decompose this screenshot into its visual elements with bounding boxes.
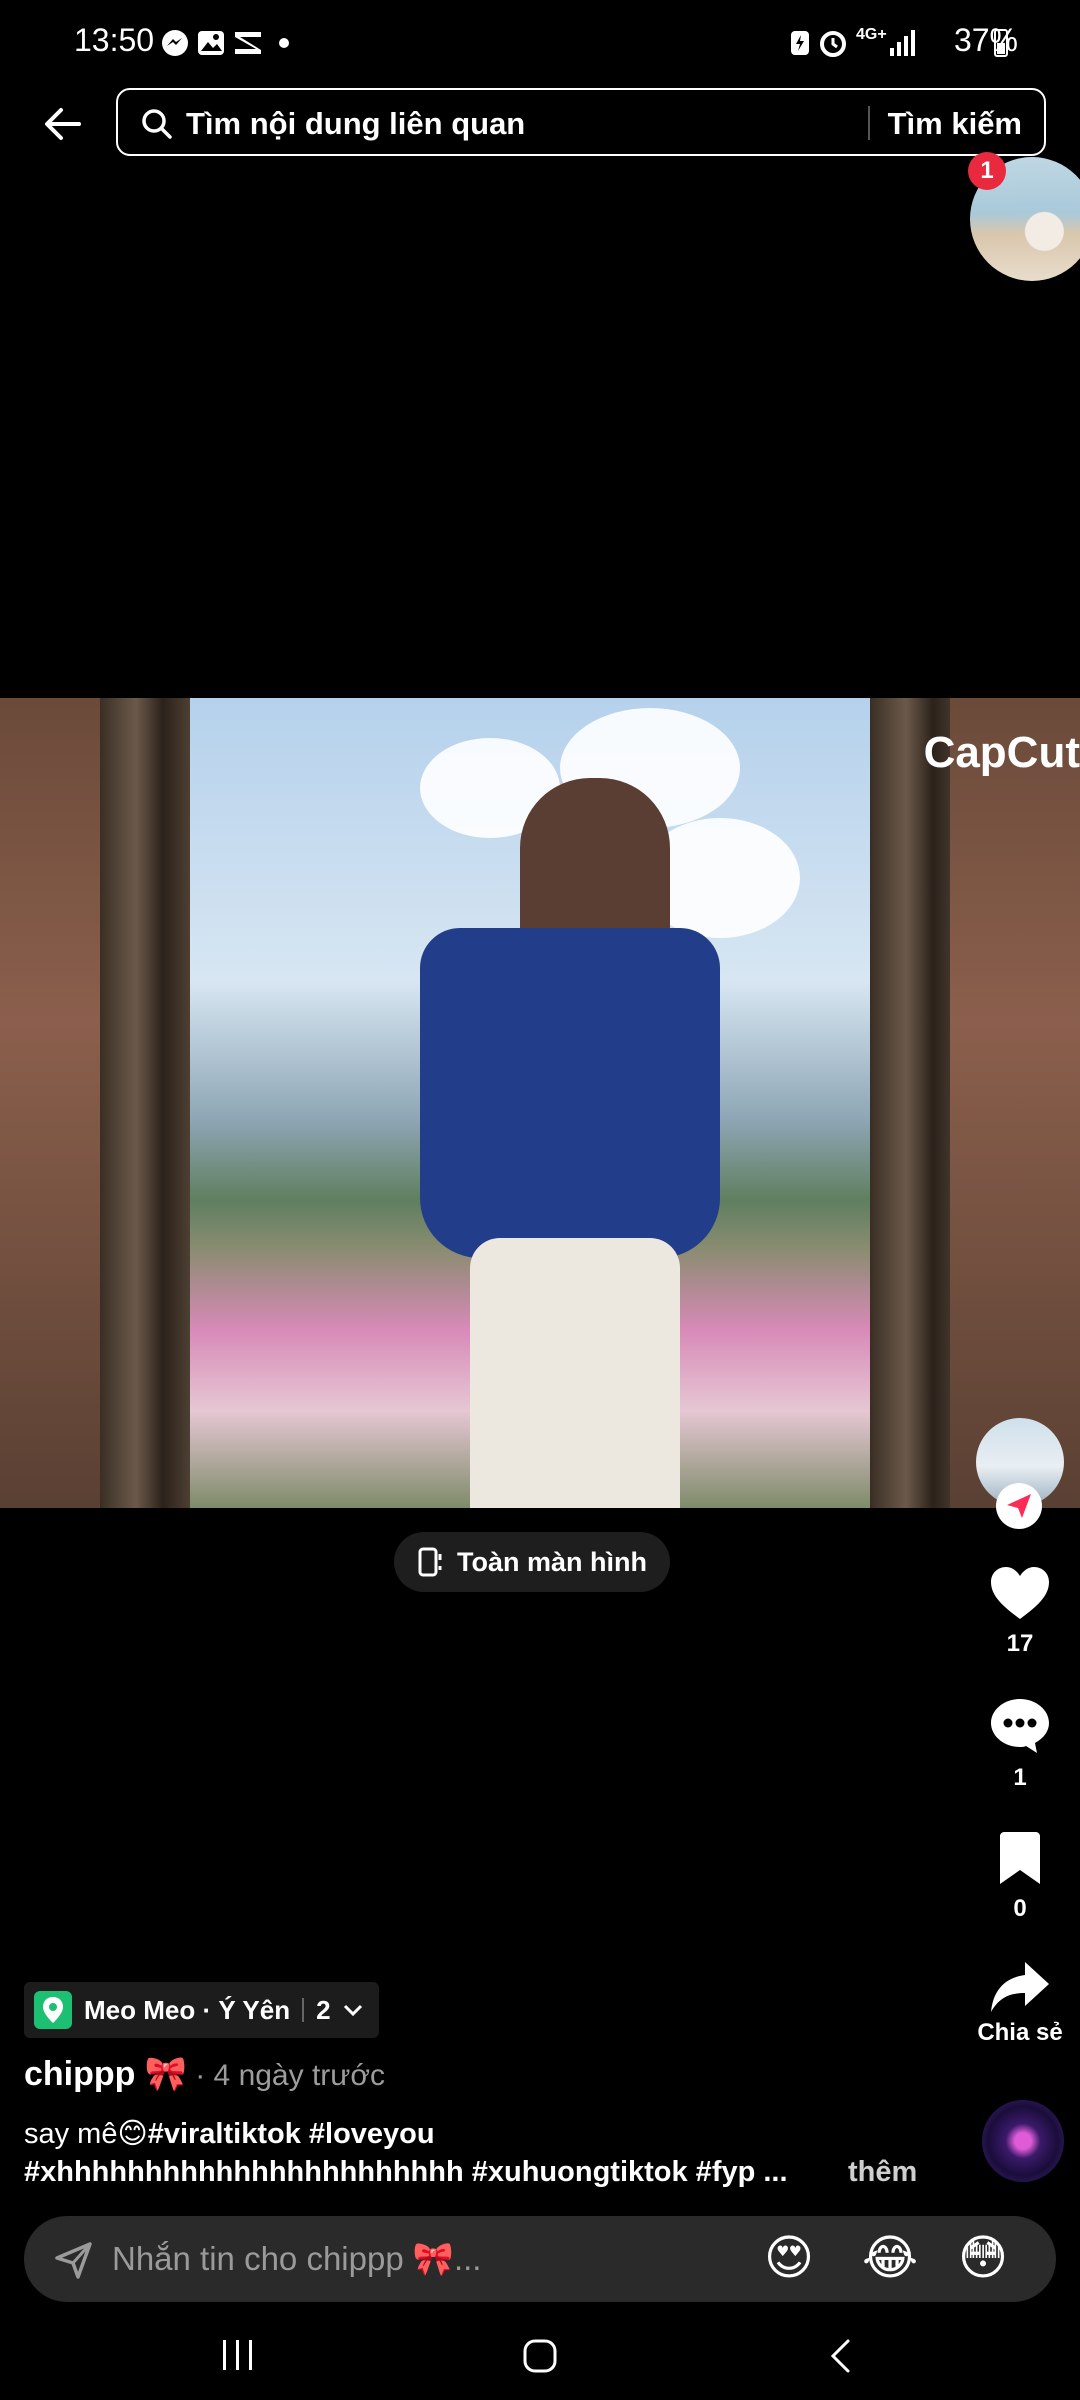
notification-badge: 1 (968, 152, 1006, 190)
location-pin-icon (34, 1991, 72, 2029)
search-divider (868, 106, 870, 140)
heart-icon (991, 1567, 1049, 1619)
search-icon (142, 109, 172, 139)
caption-hashtags-line-2[interactable]: #xhhhhhhhhhhhhhhhhhhhhhhh #xuhuongtiktok… (24, 2156, 788, 2189)
recent-apps-icon[interactable] (220, 2338, 256, 2372)
username[interactable]: chippp 🎀 (24, 2055, 187, 2093)
emoji-laughing[interactable]: 😂 (862, 2230, 918, 2286)
post-time: · 4 ngày trước (195, 2059, 386, 2092)
like-action[interactable]: 17 (976, 1565, 1064, 1658)
alarm-icon (820, 31, 846, 57)
follow-badge[interactable] (996, 1483, 1042, 1529)
message-bar[interactable]: Nhắn tin cho chippp 🎀... 😍 😂 😳 (24, 2216, 1056, 2302)
battery-icon (994, 29, 1008, 57)
system-nav-bar (0, 2310, 1080, 2400)
location-separator (302, 1998, 305, 2022)
caption-hashtags[interactable]: #viraltiktok #loveyou (148, 2118, 435, 2150)
more-notifications-icon (279, 38, 289, 48)
video-person-top (420, 928, 720, 1258)
share-arrow-icon (991, 1962, 1049, 2012)
caption-line-1: say mê😊#viraltiktok #loveyou (24, 2116, 435, 2151)
message-input[interactable]: Nhắn tin cho chippp 🎀... (112, 2240, 481, 2279)
like-count: 17 (1006, 1630, 1034, 1657)
video-pillar-right (870, 698, 960, 1508)
location-name: Meo Meo · Ý Yên (84, 1994, 291, 2025)
capcut-icon (235, 32, 261, 54)
location-count: 2 (316, 1994, 331, 2025)
search-button[interactable]: Tìm kiếm (888, 106, 1022, 142)
comment-icon (991, 1699, 1049, 1753)
messenger-icon (162, 30, 188, 56)
save-action[interactable]: 0 (976, 1832, 1064, 1923)
video-player[interactable]: CapCut (0, 698, 1080, 1508)
video-person-pants (470, 1238, 680, 1508)
music-disc[interactable] (982, 2100, 1064, 2182)
status-time: 13:50 (74, 22, 155, 58)
chevron-down-icon (343, 2004, 362, 2017)
save-count: 0 (1013, 1895, 1027, 1922)
network-type: 4G+ (856, 26, 887, 43)
back-nav-icon[interactable] (828, 2338, 852, 2374)
emoji-heart-eyes[interactable]: 😍 (764, 2230, 814, 2286)
search-bar[interactable]: Tìm nội dung liên quan Tìm kiếm (116, 88, 1046, 156)
battery-saver-icon (791, 31, 809, 55)
status-bar: 13:50 4G+ 37% (0, 0, 1080, 86)
comment-action[interactable]: 1 (976, 1697, 1064, 1792)
caption-text: say mê😊 (24, 2118, 148, 2150)
share-action[interactable]: Chia sẻ (976, 1960, 1064, 2047)
fullscreen-label: Toàn màn hình (457, 1546, 647, 1577)
video-wall-right (950, 698, 1080, 1508)
gallery-icon (198, 31, 224, 55)
post-author[interactable]: chippp 🎀 · 4 ngày trước (24, 2054, 385, 2094)
share-label: Chia sẻ (977, 2019, 1063, 2046)
emoji-flushed[interactable]: 😳 (958, 2230, 1008, 2286)
home-icon[interactable] (522, 2338, 558, 2374)
video-wall-left (0, 698, 110, 1508)
search-input[interactable]: Tìm nội dung liên quan (186, 106, 525, 142)
back-button[interactable] (34, 95, 92, 153)
send-icon (1007, 1494, 1031, 1518)
comment-count: 1 (1013, 1764, 1027, 1791)
location-chip[interactable]: Meo Meo · Ý Yên 2 (24, 1982, 379, 2038)
rotate-screen-icon (418, 1547, 442, 1577)
signal-icon (890, 30, 915, 56)
see-more-link[interactable]: thêm (848, 2156, 917, 2189)
bookmark-icon (1000, 1832, 1040, 1884)
send-message-icon (55, 2242, 92, 2279)
video-pillar-left (100, 698, 190, 1508)
fullscreen-button[interactable]: Toàn màn hình (394, 1532, 670, 1592)
arrow-left-icon (45, 108, 81, 140)
capcut-watermark: CapCut (923, 728, 1080, 777)
